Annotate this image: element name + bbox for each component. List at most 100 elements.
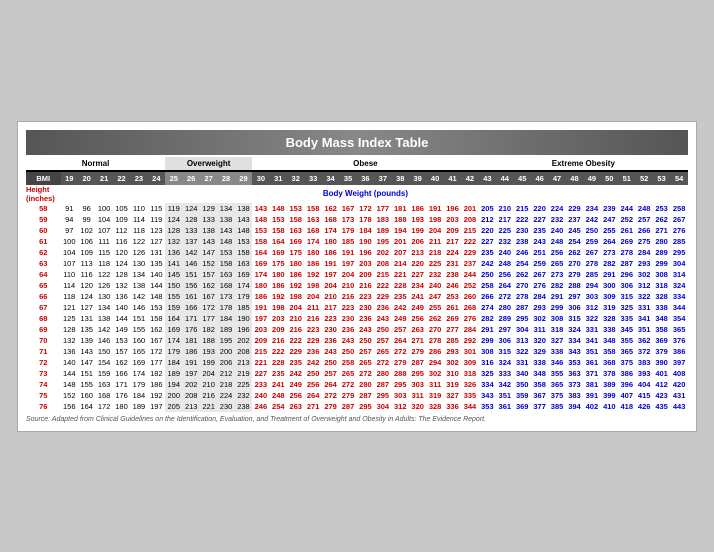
weight-cell: 151 <box>182 269 199 280</box>
weight-cell: 231 <box>444 258 461 269</box>
weight-cell: 280 <box>374 368 391 379</box>
weight-cell: 242 <box>392 302 409 313</box>
weight-cell: 124 <box>113 258 130 269</box>
weight-cell: 272 <box>339 379 356 390</box>
weight-cell: 210 <box>322 291 339 302</box>
weight-cell: 149 <box>113 324 130 335</box>
weight-cell: 250 <box>374 324 391 335</box>
table-row: 7515216016817618419220020821622423224024… <box>26 390 688 401</box>
weight-cell: 118 <box>130 225 147 236</box>
weight-cell: 105 <box>113 203 130 214</box>
weight-cell: 279 <box>339 390 356 401</box>
weight-cell: 214 <box>392 258 409 269</box>
weight-cell: 306 <box>566 302 583 313</box>
weight-cell: 310 <box>444 368 461 379</box>
weight-cell: 280 <box>653 236 670 247</box>
weight-cell: 176 <box>113 390 130 401</box>
weight-cell: 114 <box>61 280 78 291</box>
weight-cell: 128 <box>61 324 78 335</box>
weight-cell: 286 <box>426 346 443 357</box>
weight-cell: 233 <box>252 379 269 390</box>
weight-cell: 156 <box>182 280 199 291</box>
height-cell: 60 <box>26 225 61 236</box>
weight-cell: 112 <box>113 225 130 236</box>
weight-cell: 292 <box>461 335 478 346</box>
weight-cell: 324 <box>670 280 688 291</box>
weight-cell: 143 <box>235 214 252 225</box>
weight-cell: 251 <box>531 247 548 258</box>
weight-cell: 277 <box>444 324 461 335</box>
weight-cell: 180 <box>113 401 130 412</box>
weight-cell: 155 <box>130 324 147 335</box>
weight-cell: 304 <box>514 324 531 335</box>
weight-cell: 375 <box>548 390 565 401</box>
weight-cell: 351 <box>635 324 652 335</box>
weight-cell: 258 <box>339 357 356 368</box>
weight-cell: 291 <box>479 324 496 335</box>
weight-cell: 197 <box>322 269 339 280</box>
weight-cell: 192 <box>270 291 287 302</box>
weight-cell: 265 <box>548 258 565 269</box>
weight-cell: 163 <box>304 214 321 225</box>
weight-cell: 142 <box>95 324 112 335</box>
weight-cell: 324 <box>566 324 583 335</box>
weight-cell: 205 <box>165 401 182 412</box>
weight-cell: 348 <box>531 368 548 379</box>
weight-cell: 143 <box>252 203 269 214</box>
weight-cell: 348 <box>601 335 618 346</box>
weight-cell: 107 <box>61 258 78 269</box>
weight-cell: 162 <box>113 357 130 368</box>
weight-cell: 361 <box>583 357 600 368</box>
extreme-cat-label: Extreme Obesity <box>479 157 688 171</box>
weight-cell: 263 <box>409 324 426 335</box>
weight-cell: 147 <box>78 357 95 368</box>
weight-cell: 423 <box>653 390 670 401</box>
weight-cell: 178 <box>357 214 374 225</box>
weight-cell: 378 <box>601 368 618 379</box>
weight-cell: 287 <box>374 379 391 390</box>
weight-cell: 165 <box>130 346 147 357</box>
weight-cell: 119 <box>165 203 182 214</box>
weight-cell: 249 <box>287 379 304 390</box>
weight-cell: 248 <box>548 236 565 247</box>
weight-cell: 402 <box>583 401 600 412</box>
weight-cell: 344 <box>461 401 478 412</box>
weight-cell: 123 <box>148 225 165 236</box>
weight-cell: 296 <box>618 269 635 280</box>
weight-cell: 115 <box>95 247 112 258</box>
weight-cell: 252 <box>618 214 635 225</box>
table-row: 6712112713414014615315916617217818519119… <box>26 302 688 313</box>
weight-cell: 109 <box>113 214 130 225</box>
weight-cell: 279 <box>392 357 409 368</box>
weight-cell: 169 <box>165 324 182 335</box>
weight-cell: 215 <box>252 346 269 357</box>
weight-cell: 114 <box>130 214 147 225</box>
source-text: Source: Adapted from Clinical Guidelines… <box>26 416 688 423</box>
weight-label: Body Weight (pounds) <box>61 185 671 203</box>
weight-cell: 284 <box>635 247 652 258</box>
weight-cell: 297 <box>566 291 583 302</box>
weight-cell: 287 <box>618 258 635 269</box>
weight-cell: 276 <box>531 280 548 291</box>
weight-cell: 174 <box>252 269 269 280</box>
weight-cell: 148 <box>61 379 78 390</box>
weight-cell: 291 <box>601 269 618 280</box>
weight-cell: 243 <box>357 324 374 335</box>
weight-cell: 163 <box>287 225 304 236</box>
weight-cell: 216 <box>357 280 374 291</box>
weight-cell: 195 <box>374 236 391 247</box>
weight-cell: 279 <box>322 401 339 412</box>
weight-cell: 242 <box>304 357 321 368</box>
weight-cell: 199 <box>200 357 217 368</box>
weight-cell: 213 <box>235 357 252 368</box>
weight-cell: 241 <box>270 379 287 390</box>
weight-cell: 259 <box>583 236 600 247</box>
weight-cell: 314 <box>670 269 688 280</box>
weight-cell: 158 <box>235 247 252 258</box>
weight-cell: 115 <box>148 203 165 214</box>
weight-cell: 325 <box>618 302 635 313</box>
weight-cell: 322 <box>635 291 652 302</box>
height-label: Height(inches) <box>26 185 61 203</box>
weight-cell: 200 <box>165 390 182 401</box>
weight-cell: 106 <box>78 236 95 247</box>
